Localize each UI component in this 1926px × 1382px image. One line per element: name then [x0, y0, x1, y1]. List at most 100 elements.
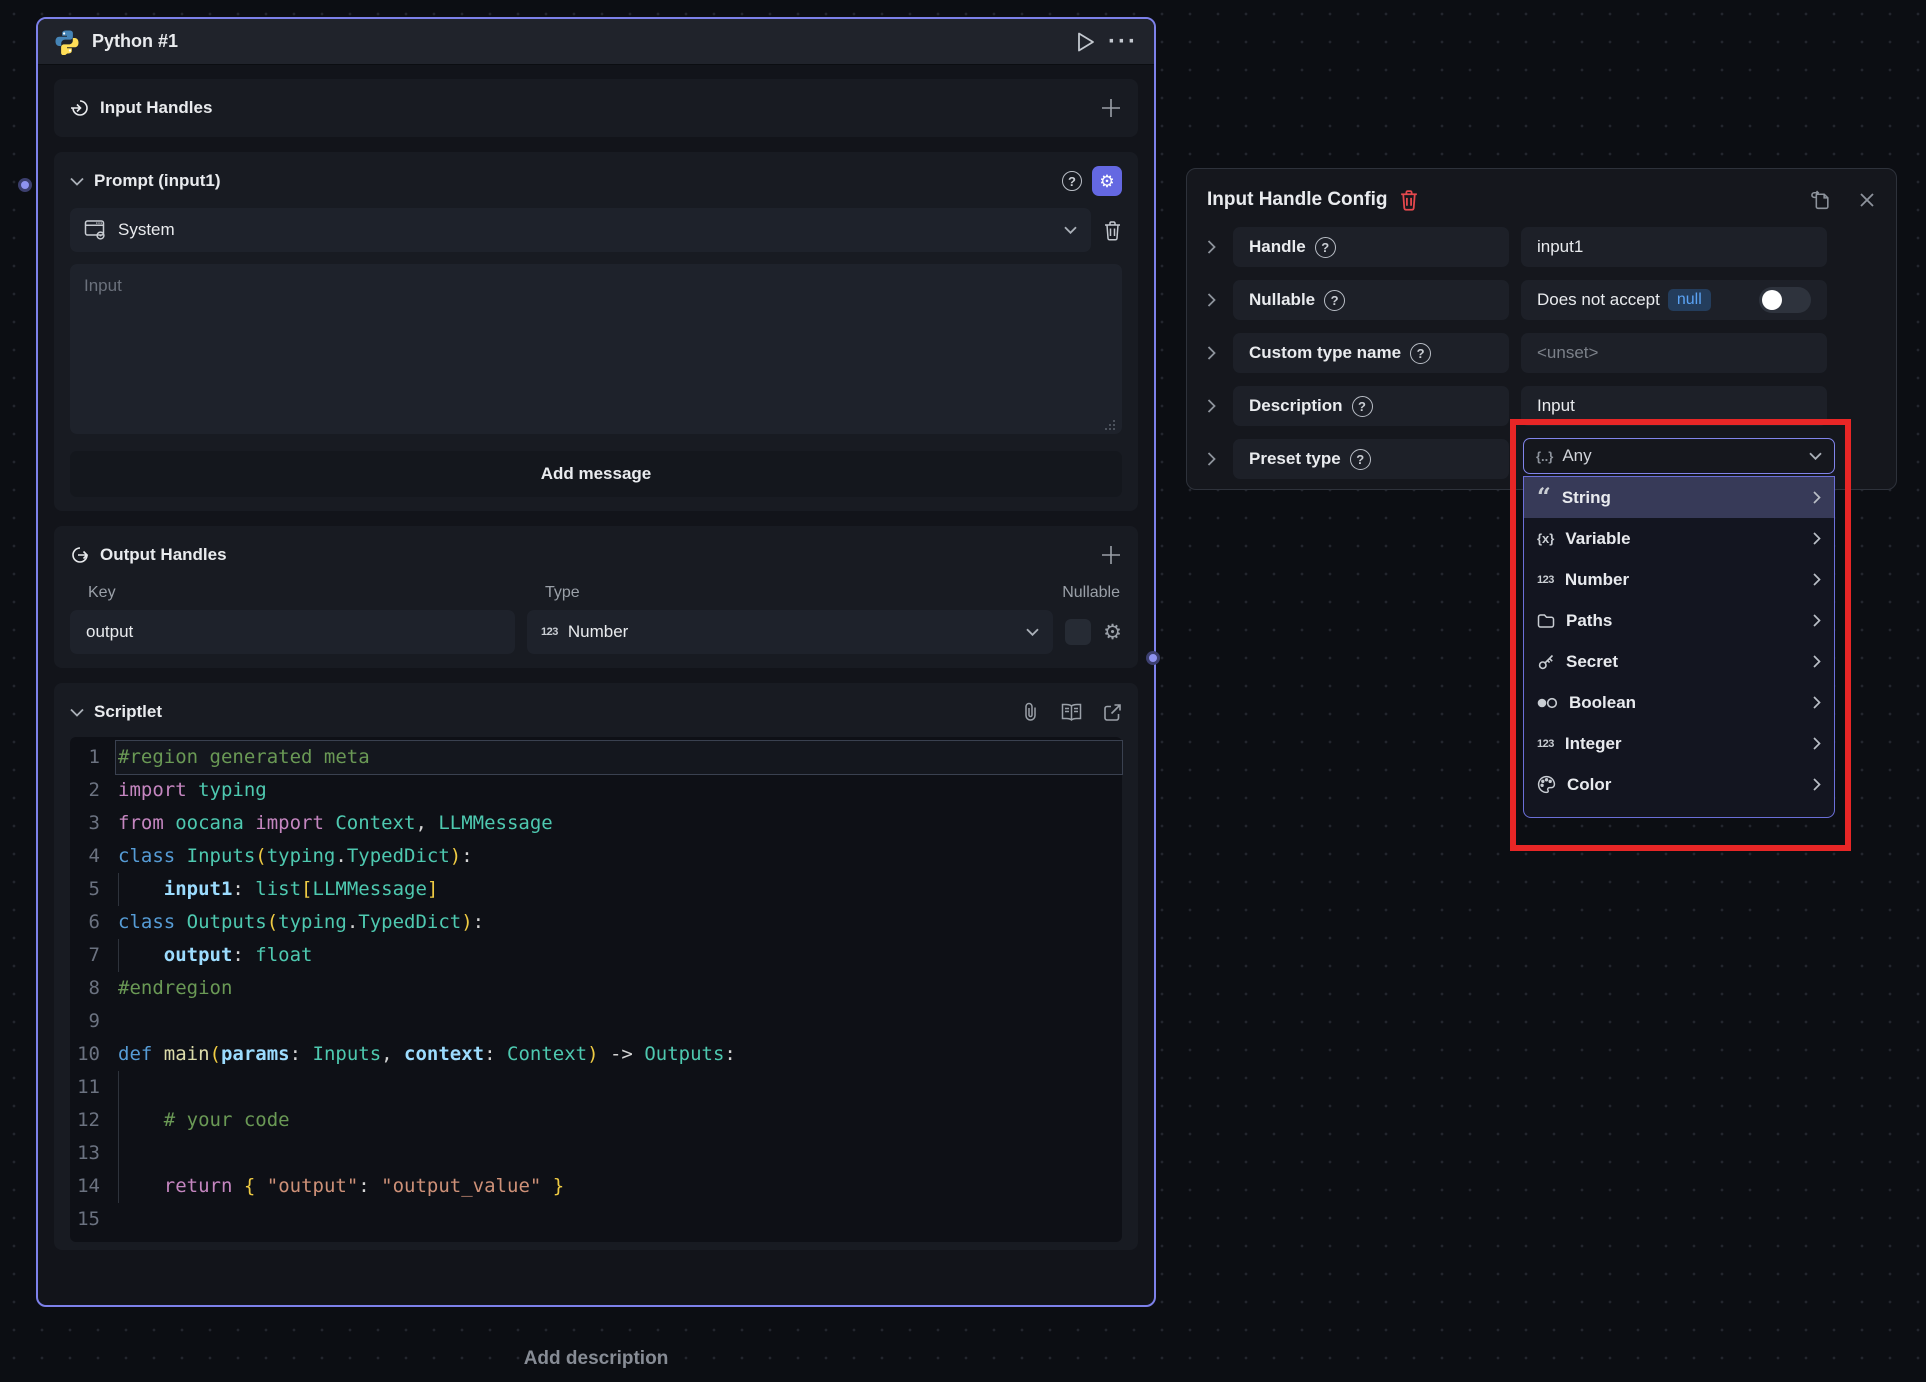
expand-chevron-icon[interactable] [1207, 333, 1216, 373]
line-number: 12 [70, 1104, 116, 1137]
code-line[interactable]: 8#endregion [70, 972, 1122, 1005]
output-connector-port[interactable] [1146, 651, 1160, 665]
line-number: 8 [70, 972, 116, 1005]
dropdown-item-boolean[interactable]: Boolean [1524, 682, 1834, 723]
chevron-down-icon [1064, 226, 1077, 234]
attach-icon[interactable] [1022, 702, 1040, 723]
python-node[interactable]: Python #1 ··· Input Handles [36, 17, 1156, 1307]
help-icon[interactable]: ? [1350, 449, 1371, 470]
code-line[interactable]: 10def main(params: Inputs, context: Cont… [70, 1038, 1122, 1071]
number-type-icon: 123 [541, 626, 558, 638]
config-row-description: Description ? Input [1207, 386, 1876, 426]
submenu-chevron-icon [1813, 573, 1821, 586]
code-line[interactable]: 5 input1: list[LLMMessage] [70, 873, 1122, 906]
output-type-select[interactable]: 123 Number [527, 610, 1053, 654]
dropdown-item-variable[interactable]: {x} Variable [1524, 518, 1834, 559]
input-handles-title: Input Handles [100, 98, 212, 118]
docs-book-icon[interactable] [1060, 703, 1083, 722]
code-line[interactable]: 11 [70, 1071, 1122, 1104]
code-editor[interactable]: 1#region generated meta2import typing3fr… [70, 737, 1122, 1242]
node-title-bar[interactable]: Python #1 ··· [38, 19, 1154, 65]
code-line[interactable]: 12 # your code [70, 1104, 1122, 1137]
add-output-handle-button[interactable] [1100, 544, 1122, 566]
role-select-value: System [118, 220, 175, 240]
expand-chevron-icon[interactable] [1207, 386, 1216, 426]
code-line[interactable]: 9 [70, 1005, 1122, 1038]
config-row-value[interactable]: <unset> [1521, 333, 1827, 373]
line-number: 11 [70, 1071, 116, 1104]
config-row-value[interactable]: Input [1521, 386, 1827, 426]
expand-chevron-icon[interactable] [1207, 439, 1216, 479]
output-key-input[interactable] [70, 610, 515, 654]
code-line[interactable]: 7 output: float [70, 939, 1122, 972]
number-icon: 123 [1537, 574, 1554, 586]
output-settings-gear-icon[interactable]: ⚙ [1103, 622, 1122, 643]
output-handles-title: Output Handles [100, 545, 227, 565]
dropdown-item-color[interactable]: Color [1524, 764, 1834, 805]
input-connector-port[interactable] [18, 178, 32, 192]
code-line[interactable]: 6class Outputs(typing.TypedDict): [70, 906, 1122, 939]
dropdown-item-number[interactable]: 123 Number [1524, 559, 1834, 600]
add-message-button[interactable]: Add message [70, 451, 1122, 497]
dropdown-item-secret[interactable]: Secret [1524, 641, 1834, 682]
role-select[interactable]: System [70, 208, 1091, 252]
help-icon[interactable]: ? [1324, 290, 1345, 311]
preset-type-select[interactable]: {..} Any [1523, 438, 1835, 474]
chevron-down-icon[interactable] [70, 177, 84, 186]
config-row-custom-type-name: Custom type name ? <unset> [1207, 333, 1876, 373]
code-line[interactable]: 4class Inputs(typing.TypedDict): [70, 840, 1122, 873]
help-icon[interactable]: ? [1315, 237, 1336, 258]
more-options-button[interactable]: ··· [1108, 30, 1138, 54]
scriptlet-title: Scriptlet [94, 702, 162, 722]
dropdown-item-integer[interactable]: 123 Integer [1524, 723, 1834, 764]
copy-config-button[interactable] [1809, 189, 1832, 212]
help-icon[interactable]: ? [1352, 396, 1373, 417]
key-icon [1537, 653, 1555, 671]
chevron-down-icon[interactable] [70, 708, 84, 717]
number-icon: 123 [1537, 738, 1554, 750]
expand-chevron-icon[interactable] [1207, 280, 1216, 320]
prompt-input[interactable] [70, 264, 1122, 434]
delete-message-button[interactable] [1103, 220, 1122, 241]
code-line[interactable]: 1#region generated meta [70, 741, 1122, 774]
dropdown-item-paths[interactable]: Paths [1524, 600, 1834, 641]
help-icon[interactable]: ? [1410, 343, 1431, 364]
code-line[interactable]: 3from oocana import Context, LLMMessage [70, 807, 1122, 840]
config-row-value[interactable]: Does not accept null [1521, 280, 1827, 320]
chevron-down-icon [1026, 628, 1039, 636]
add-input-handle-button[interactable] [1100, 97, 1122, 119]
line-number: 3 [70, 807, 116, 840]
gear-icon: ⚙ [1099, 173, 1114, 190]
code-line[interactable]: 13 [70, 1137, 1122, 1170]
scriptlet-section: Scriptlet 1#region generated meta2import… [54, 683, 1138, 1250]
submenu-chevron-icon [1813, 655, 1821, 668]
config-row-value[interactable]: input1 [1521, 227, 1827, 267]
dropdown-item-string[interactable]: “ String [1524, 477, 1834, 518]
open-external-icon[interactable] [1103, 703, 1122, 722]
column-header-type: Type [529, 584, 1028, 602]
run-button[interactable] [1076, 31, 1096, 53]
resize-grip[interactable] [1103, 418, 1116, 431]
dropdown-item-textarea[interactable]: Textarea [1524, 805, 1834, 818]
expand-chevron-icon[interactable] [1207, 227, 1216, 267]
any-type-icon: {..} [1536, 449, 1553, 464]
python-logo-icon [54, 29, 80, 55]
null-chip: null [1668, 289, 1711, 311]
close-icon[interactable] [1858, 191, 1876, 209]
nullable-toggle[interactable] [1759, 287, 1811, 313]
prompt-section: Prompt (input1) ? ⚙ System [54, 152, 1138, 511]
line-number: 1 [70, 741, 116, 774]
line-number: 2 [70, 774, 116, 807]
add-description-button[interactable]: Add description [36, 1348, 1156, 1370]
code-line[interactable]: 14 return { "output": "output_value" } [70, 1170, 1122, 1203]
nullable-checkbox[interactable] [1065, 619, 1091, 645]
submenu-chevron-icon [1813, 614, 1821, 627]
line-number: 5 [70, 873, 116, 906]
chevron-down-icon [1809, 452, 1822, 460]
submenu-chevron-icon [1813, 778, 1821, 791]
prompt-settings-button[interactable]: ⚙ [1092, 166, 1122, 196]
help-icon[interactable]: ? [1062, 171, 1082, 191]
code-line[interactable]: 2import typing [70, 774, 1122, 807]
code-line[interactable]: 15 [70, 1203, 1122, 1236]
delete-handle-button[interactable] [1399, 189, 1419, 211]
